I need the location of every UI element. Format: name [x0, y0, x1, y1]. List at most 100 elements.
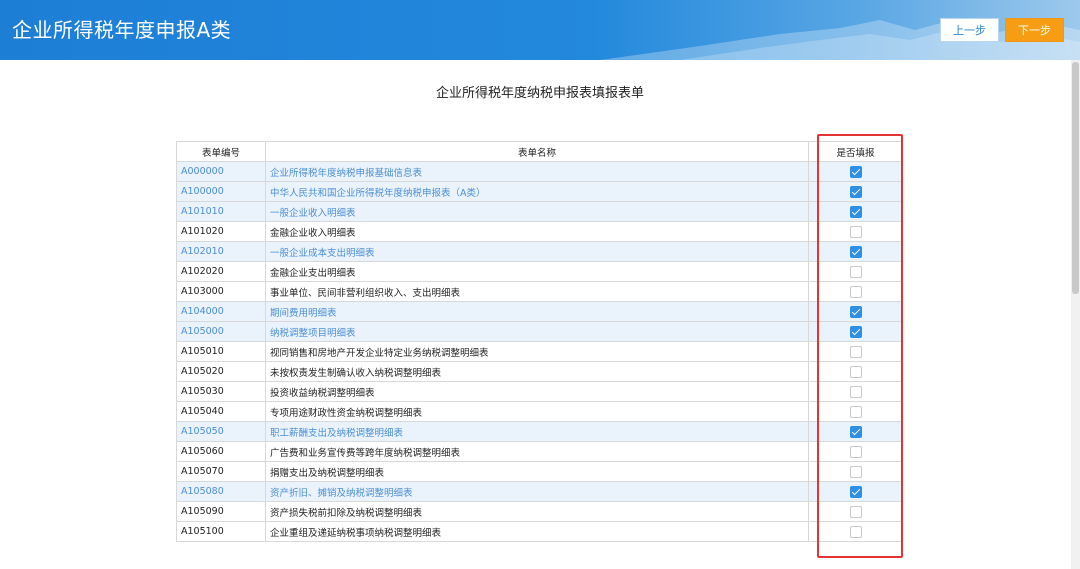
table-row[interactable]: A105050 职工薪酬支出及纳税调整明细表 [176, 421, 903, 442]
fill-checkbox-cell [808, 401, 903, 422]
fill-checkbox[interactable] [849, 405, 862, 418]
table-row[interactable]: A000000 企业所得税年度纳税申报基础信息表 [176, 161, 903, 182]
form-name-cell: 捐赠支出及纳税调整明细表 [265, 461, 809, 482]
fill-checkbox-cell [808, 361, 903, 382]
fill-checkbox[interactable] [849, 485, 862, 498]
fill-checkbox[interactable] [849, 205, 862, 218]
fill-checkbox-cell [808, 441, 903, 462]
fill-checkbox[interactable] [849, 345, 862, 358]
form-name-cell: 金融企业支出明细表 [265, 261, 809, 282]
form-code-cell: A105020 [176, 361, 266, 382]
table-row[interactable]: A105030 投资收益纳税调整明细表 [176, 381, 903, 402]
form-name-cell: 金融企业收入明细表 [265, 221, 809, 242]
form-name-cell[interactable]: 企业所得税年度纳税申报基础信息表 [265, 161, 809, 182]
fill-checkbox[interactable] [849, 445, 862, 458]
table-row[interactable]: A100000 中华人民共和国企业所得税年度纳税申报表（A类） [176, 181, 903, 202]
form-code-cell: A102010 [176, 241, 266, 262]
form-name-cell: 资产损失税前扣除及纳税调整明细表 [265, 501, 809, 522]
fill-checkbox-cell [808, 301, 903, 322]
table-row[interactable]: A104000 期间费用明细表 [176, 301, 903, 322]
fill-checkbox-cell [808, 281, 903, 302]
form-code-cell: A105090 [176, 501, 266, 522]
form-code-cell: A105070 [176, 461, 266, 482]
fill-checkbox[interactable] [849, 505, 862, 518]
fill-checkbox[interactable] [849, 305, 862, 318]
fill-checkbox[interactable] [849, 385, 862, 398]
form-name-cell[interactable]: 资产折旧、摊销及纳税调整明细表 [265, 481, 809, 502]
form-code-cell: A105000 [176, 321, 266, 342]
table-row[interactable]: A105060 广告费和业务宣传费等跨年度纳税调整明细表 [176, 441, 903, 462]
form-name-cell: 专项用途财政性资金纳税调整明细表 [265, 401, 809, 422]
form-name-cell: 视同销售和房地产开发企业特定业务纳税调整明细表 [265, 341, 809, 362]
form-name-cell[interactable]: 一般企业收入明细表 [265, 201, 809, 222]
form-code-cell: A105050 [176, 421, 266, 442]
fill-checkbox-cell [808, 321, 903, 342]
fill-checkbox-cell [808, 241, 903, 262]
fill-checkbox[interactable] [849, 425, 862, 438]
table-row[interactable]: A105040 专项用途财政性资金纳税调整明细表 [176, 401, 903, 422]
form-name-cell: 事业单位、民间非营利组织收入、支出明细表 [265, 281, 809, 302]
fill-checkbox[interactable] [849, 245, 862, 258]
fill-checkbox[interactable] [849, 325, 862, 338]
table-header-row: 表单编号 表单名称 是否填报 [176, 141, 903, 162]
form-code-cell: A105030 [176, 381, 266, 402]
fill-checkbox-cell [808, 201, 903, 222]
fill-checkbox[interactable] [849, 165, 862, 178]
form-name-cell[interactable]: 纳税调整项目明细表 [265, 321, 809, 342]
form-name-cell[interactable]: 期间费用明细表 [265, 301, 809, 322]
table-row[interactable]: A102010 一般企业成本支出明细表 [176, 241, 903, 262]
fill-checkbox[interactable] [849, 525, 862, 538]
prev-step-button[interactable]: 上一步 [940, 18, 999, 42]
fill-checkbox-cell [808, 341, 903, 362]
table-row[interactable]: A103000 事业单位、民间非营利组织收入、支出明细表 [176, 281, 903, 302]
form-list-table: 表单编号 表单名称 是否填报 A000000 企业所得税年度纳税申报基础信息表 A1… [176, 141, 903, 542]
form-name-cell: 未按权责发生制确认收入纳税调整明细表 [265, 361, 809, 382]
form-name-cell: 投资收益纳税调整明细表 [265, 381, 809, 402]
form-name-cell: 企业重组及递延纳税事项纳税调整明细表 [265, 521, 809, 542]
form-code-cell: A103000 [176, 281, 266, 302]
form-code-cell: A105100 [176, 521, 266, 542]
fill-checkbox-cell [808, 181, 903, 202]
table-row[interactable]: A101010 一般企业收入明细表 [176, 201, 903, 222]
table-row[interactable]: A105080 资产折旧、摊销及纳税调整明细表 [176, 481, 903, 502]
fill-checkbox[interactable] [849, 225, 862, 238]
table-row[interactable]: A105070 捐赠支出及纳税调整明细表 [176, 461, 903, 482]
form-code-cell: A101020 [176, 221, 266, 242]
form-code-cell: A102020 [176, 261, 266, 282]
form-name-cell[interactable]: 一般企业成本支出明细表 [265, 241, 809, 262]
form-code-cell: A105080 [176, 481, 266, 502]
form-code-cell: A105060 [176, 441, 266, 462]
fill-checkbox[interactable] [849, 185, 862, 198]
form-name-cell[interactable]: 职工薪酬支出及纳税调整明细表 [265, 421, 809, 442]
next-step-button[interactable]: 下一步 [1005, 18, 1064, 42]
form-code-cell: A105040 [176, 401, 266, 422]
form-code-cell: A000000 [176, 161, 266, 182]
table-row[interactable]: A105100 企业重组及递延纳税事项纳税调整明细表 [176, 521, 903, 542]
table-row[interactable]: A102020 金融企业支出明细表 [176, 261, 903, 282]
table-row[interactable]: A101020 金融企业收入明细表 [176, 221, 903, 242]
form-name-cell[interactable]: 中华人民共和国企业所得税年度纳税申报表（A类） [265, 181, 809, 202]
column-header-code: 表单编号 [176, 141, 266, 162]
table-row[interactable]: A105020 未按权责发生制确认收入纳税调整明细表 [176, 361, 903, 382]
fill-checkbox[interactable] [849, 285, 862, 298]
fill-checkbox-cell [808, 501, 903, 522]
fill-checkbox-cell [808, 161, 903, 182]
app-header: 企业所得税年度申报A类 上一步 下一步 [0, 0, 1080, 60]
column-header-fill: 是否填报 [808, 141, 903, 162]
vertical-scrollbar[interactable] [1071, 60, 1080, 569]
form-code-cell: A105010 [176, 341, 266, 362]
fill-checkbox-cell [808, 221, 903, 242]
fill-checkbox[interactable] [849, 465, 862, 478]
app-title: 企业所得税年度申报A类 [12, 18, 232, 42]
form-code-cell: A100000 [176, 181, 266, 202]
fill-checkbox[interactable] [849, 265, 862, 278]
table-row[interactable]: A105000 纳税调整项目明细表 [176, 321, 903, 342]
fill-checkbox-cell [808, 521, 903, 542]
table-row[interactable]: A105090 资产损失税前扣除及纳税调整明细表 [176, 501, 903, 522]
form-name-cell: 广告费和业务宣传费等跨年度纳税调整明细表 [265, 441, 809, 462]
fill-checkbox[interactable] [849, 365, 862, 378]
fill-checkbox-cell [808, 421, 903, 442]
fill-checkbox-cell [808, 461, 903, 482]
fill-checkbox-cell [808, 261, 903, 282]
table-row[interactable]: A105010 视同销售和房地产开发企业特定业务纳税调整明细表 [176, 341, 903, 362]
